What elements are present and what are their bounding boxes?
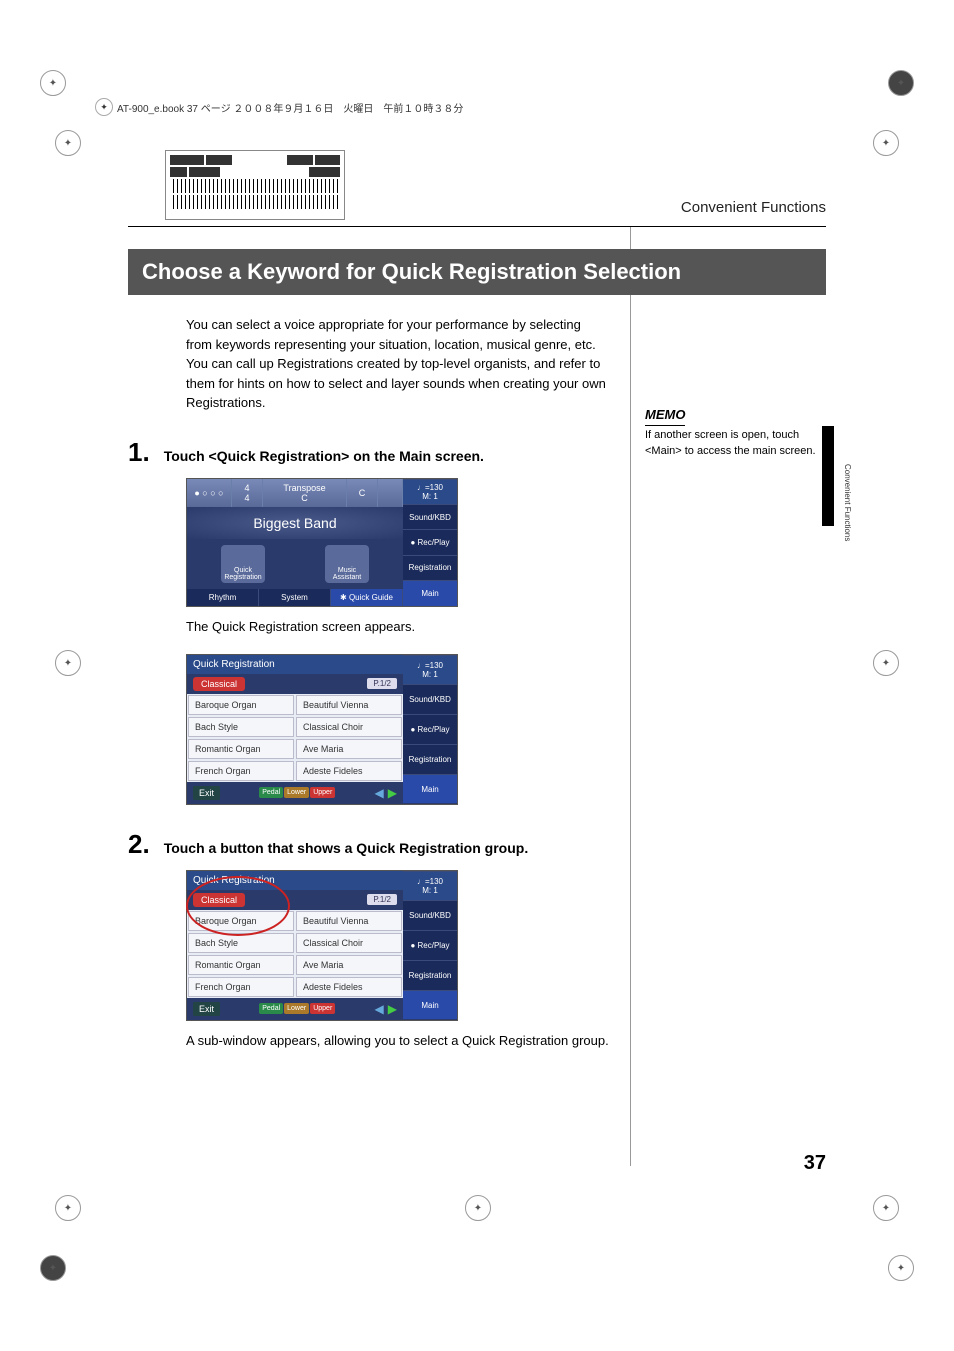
- prev-icon[interactable]: ◀: [375, 1002, 384, 1016]
- soundkbd-button[interactable]: Sound/KBD: [403, 684, 457, 714]
- qr-item[interactable]: Baroque Organ: [188, 695, 294, 715]
- page-title: Choose a Keyword for Quick Registration …: [128, 249, 826, 295]
- qr-item[interactable]: Romantic Organ: [188, 955, 294, 975]
- step-2-caption: A sub-window appears, allowing you to se…: [186, 1033, 646, 1048]
- main-screen-screenshot: ● ○ ○ ○ 4 4 TransposeC C Biggest Band Qu…: [186, 478, 458, 607]
- print-mark-icon: [465, 1195, 491, 1221]
- doc-header-line: ✦ AT-900_e.book 37 ページ ２００８年９月１６日 火曜日 午前…: [95, 98, 463, 116]
- print-mark-icon: [888, 70, 914, 96]
- main-button[interactable]: Main: [403, 580, 457, 605]
- qr-grid: Baroque OrganBeautiful Vienna Bach Style…: [187, 694, 403, 782]
- measure: M: 1: [422, 886, 438, 895]
- memo-text: If another screen is open, touch <Main> …: [645, 428, 820, 460]
- print-mark-icon: [888, 1255, 914, 1281]
- memo-label: MEMO: [645, 406, 685, 426]
- measure: M: 1: [422, 492, 438, 501]
- qr-item[interactable]: Beautiful Vienna: [296, 695, 402, 715]
- step-2: 2. Touch a button that shows a Quick Reg…: [128, 829, 826, 860]
- step-instruction: Touch <Quick Registration> on the Main s…: [164, 448, 484, 464]
- soundkbd-button[interactable]: Sound/KBD: [403, 900, 457, 930]
- qr-item[interactable]: Ave Maria: [296, 739, 402, 759]
- qr-item[interactable]: Classical Choir: [296, 717, 402, 737]
- key: C: [347, 479, 378, 507]
- transpose-val: C: [301, 493, 308, 503]
- qr-grid: Baroque OrganBeautiful Vienna Bach Style…: [187, 910, 403, 998]
- prev-icon[interactable]: ◀: [375, 786, 384, 800]
- qr-header: Quick Registration: [187, 871, 403, 890]
- music-assistant-icon[interactable]: Music Assistant: [325, 545, 369, 583]
- print-mark-icon: [40, 70, 66, 96]
- upper-button[interactable]: Upper: [310, 787, 335, 798]
- exit-button[interactable]: Exit: [193, 786, 220, 800]
- qr-item[interactable]: Romantic Organ: [188, 739, 294, 759]
- pedal-button[interactable]: Pedal: [259, 787, 283, 798]
- qr-item[interactable]: Bach Style: [188, 933, 294, 953]
- measure: M: 1: [422, 670, 438, 679]
- horizontal-divider: [128, 226, 826, 227]
- system-tab[interactable]: System: [259, 589, 331, 606]
- section-header: Convenient Functions: [681, 199, 826, 216]
- soundkbd-button[interactable]: Sound/KBD: [403, 504, 457, 529]
- qr-item[interactable]: Ave Maria: [296, 955, 402, 975]
- main-button[interactable]: Main: [403, 990, 457, 1020]
- qr-item[interactable]: Adeste Fideles: [296, 977, 402, 997]
- rhythm-tab[interactable]: Rhythm: [187, 589, 259, 606]
- print-mark-icon: [55, 130, 81, 156]
- print-mark-icon: [55, 1195, 81, 1221]
- side-tab-text: Convenient Functions: [843, 464, 852, 541]
- step-instruction: Touch a button that shows a Quick Regist…: [164, 840, 529, 856]
- qr-item[interactable]: Baroque Organ: [188, 911, 294, 931]
- step-number: 1.: [128, 437, 150, 468]
- lower-button[interactable]: Lower: [284, 1003, 309, 1014]
- next-icon[interactable]: ▶: [388, 786, 397, 800]
- qr-item[interactable]: French Organ: [188, 977, 294, 997]
- next-icon[interactable]: ▶: [388, 1002, 397, 1016]
- pedal-button[interactable]: Pedal: [259, 1003, 283, 1014]
- qr-category-button[interactable]: Classical: [193, 893, 245, 907]
- voice-name: Biggest Band: [187, 507, 403, 539]
- qr-item[interactable]: Classical Choir: [296, 933, 402, 953]
- quickguide-tab[interactable]: ✱ Quick Guide: [331, 589, 403, 606]
- qr-page-indicator: P.1/2: [367, 894, 397, 905]
- qr-item[interactable]: Adeste Fideles: [296, 761, 402, 781]
- qr-item[interactable]: French Organ: [188, 761, 294, 781]
- intro-paragraph: You can select a voice appropriate for y…: [186, 315, 606, 413]
- registration-button[interactable]: Registration: [403, 744, 457, 774]
- tempo: ♩=130: [417, 661, 443, 670]
- registration-button[interactable]: Registration: [403, 555, 457, 580]
- step-1-caption: The Quick Registration screen appears.: [186, 619, 646, 634]
- recplay-button[interactable]: ● Rec/Play: [403, 930, 457, 960]
- doc-header-text: AT-900_e.book 37 ページ ２００８年９月１６日 火曜日 午前１０…: [117, 100, 463, 115]
- upper-button[interactable]: Upper: [310, 1003, 335, 1014]
- timesig: 4 4: [232, 479, 263, 507]
- qr-screen-screenshot-callout: Quick Registration Classical P.1/2 Baroq…: [186, 870, 458, 1021]
- recplay-button[interactable]: ● Rec/Play: [403, 529, 457, 554]
- lower-button[interactable]: Lower: [284, 787, 309, 798]
- print-mark-icon: [873, 130, 899, 156]
- qr-screen-screenshot: Quick Registration Classical P.1/2 Baroq…: [186, 654, 458, 805]
- exit-button[interactable]: Exit: [193, 1002, 220, 1016]
- print-mark-icon: [873, 1195, 899, 1221]
- qr-category-button[interactable]: Classical: [193, 677, 245, 691]
- qr-item[interactable]: Bach Style: [188, 717, 294, 737]
- qr-item[interactable]: Beautiful Vienna: [296, 911, 402, 931]
- tempo: ♩=130: [417, 483, 443, 492]
- main-button[interactable]: Main: [403, 774, 457, 804]
- registration-button[interactable]: Registration: [403, 960, 457, 990]
- quick-registration-icon[interactable]: Quick Registration: [221, 545, 265, 583]
- qr-page-indicator: P.1/2: [367, 678, 397, 689]
- qr-header: Quick Registration: [187, 655, 403, 674]
- print-mark-icon: [873, 650, 899, 676]
- tempo: ♩=130: [417, 877, 443, 886]
- print-mark-icon: [55, 650, 81, 676]
- page-number: 37: [804, 1152, 826, 1175]
- transpose-label: Transpose: [283, 483, 325, 493]
- instrument-panel-thumb: [165, 150, 345, 220]
- recplay-button[interactable]: ● Rec/Play: [403, 714, 457, 744]
- memo-block: MEMO If another screen is open, touch <M…: [645, 406, 820, 460]
- print-mark-icon: [40, 1255, 66, 1281]
- step-number: 2.: [128, 829, 150, 860]
